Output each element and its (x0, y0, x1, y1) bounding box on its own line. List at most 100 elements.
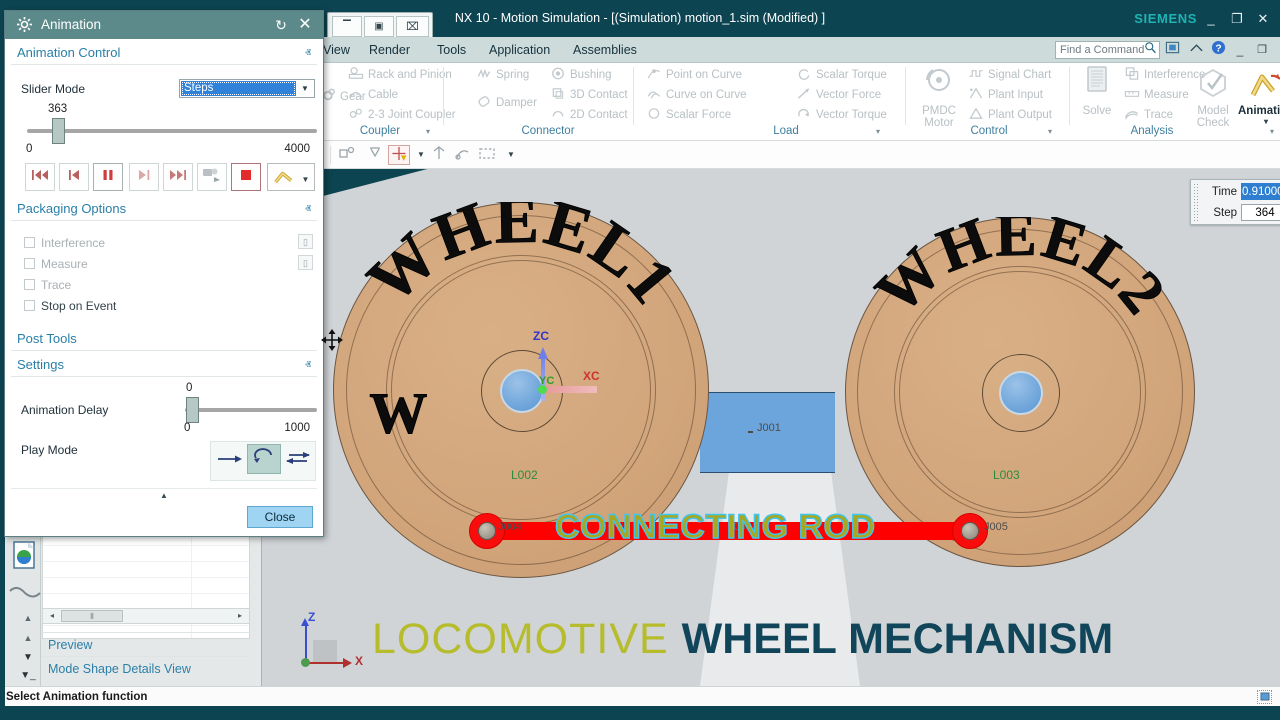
ribbon-item-cable[interactable]: Cable (348, 85, 398, 105)
ribbon-item-rack-and-pinion[interactable]: Rack and Pinion (348, 65, 452, 85)
section-animation-control[interactable]: Animation Control ⱏ (11, 41, 317, 65)
animation-delay-track[interactable] (185, 408, 317, 412)
ribbon-item-scalar-torque[interactable]: Scalar Torque (796, 65, 887, 85)
mini-restore-button[interactable]: ▣ (364, 16, 394, 37)
section-post-tools[interactable]: Post Tools ⱟ (11, 327, 317, 351)
move-object-icon[interactable] (388, 145, 410, 165)
interference-checkbox[interactable] (24, 237, 35, 248)
time-value-field[interactable]: 0.910000 (1241, 183, 1280, 200)
chevron-up-icon[interactable]: ⱏ (305, 197, 311, 221)
stop-on-event-checkbox[interactable] (24, 300, 35, 311)
wave-icon[interactable] (9, 586, 41, 600)
horizontal-scrollbar[interactable]: ◂ ⦀ ▸ (42, 608, 250, 624)
selection-box-icon[interactable] (476, 145, 498, 165)
reposition-icon[interactable] (428, 145, 450, 165)
fast-forward-button[interactable] (163, 163, 193, 191)
ribbon-item-point-on-curve[interactable]: Point on Curve (646, 65, 742, 85)
window-view-icon[interactable] (1162, 40, 1182, 60)
ribbon-item-damper[interactable]: Damper (476, 93, 537, 113)
ribbon-item-trace[interactable]: Trace (1124, 105, 1173, 125)
animation-dialog[interactable]: Animation ↻ ✕ Animation Control ⱏ Slider… (4, 10, 324, 537)
dialog-collapse-handle[interactable]: ▲ (11, 488, 317, 502)
dialog-close-button[interactable]: Close (247, 506, 313, 528)
play-once-mode-button[interactable] (213, 446, 247, 476)
stop-button[interactable] (231, 163, 261, 191)
wcs-icon[interactable] (364, 145, 386, 165)
ribbon-minimize-icon[interactable]: _ (1230, 40, 1250, 60)
tab-render[interactable]: Render (369, 37, 410, 63)
scroll-thumb[interactable]: ⦀ (61, 610, 123, 622)
crank-pin-right[interactable] (952, 513, 988, 549)
help-icon[interactable]: ? (1208, 40, 1228, 60)
ribbon-item-curve-on-curve[interactable]: Curve on Curve (646, 85, 747, 105)
pause-button[interactable] (93, 163, 123, 191)
document-icon[interactable] (12, 540, 38, 570)
window-minimize-button[interactable]: _ (1198, 0, 1224, 37)
trace-checkbox[interactable] (24, 279, 35, 290)
animation-button[interactable]: Animation ▾ (1238, 65, 1280, 126)
mini-minimize-button[interactable]: ▔ (332, 16, 362, 37)
tab-assemblies[interactable]: Assemblies (573, 37, 637, 63)
chevron-down-icon[interactable]: ▾ (1238, 117, 1280, 126)
solve-button[interactable]: Solve (1074, 65, 1120, 117)
chevron-up-icon[interactable]: ⱏ (305, 41, 311, 65)
ribbon-group-caret[interactable]: ▾ (426, 127, 430, 136)
ribbon-group-caret[interactable]: ▾ (1048, 127, 1052, 136)
window-close-button[interactable]: ✕ (1250, 0, 1276, 37)
assembly-icon[interactable] (452, 145, 474, 165)
measure-checkbox[interactable] (24, 258, 35, 269)
close-icon[interactable]: ✕ (295, 11, 315, 39)
ribbon-item-2d-contact[interactable]: 2D Contact (550, 105, 628, 125)
ribbon-item-signal-chart[interactable]: Signal Chart (968, 65, 1051, 85)
tab-application[interactable]: Application (489, 37, 550, 63)
pmdc-motor-button[interactable]: PMDC Motor (914, 65, 964, 129)
ribbon-restore-icon[interactable]: ❐ (1252, 40, 1272, 60)
reset-icon[interactable]: ↻ (271, 11, 291, 39)
step-back-button[interactable] (59, 163, 89, 191)
window-restore-button[interactable]: ❐ (1224, 0, 1250, 37)
step-slider-knob[interactable] (52, 118, 65, 144)
ribbon-item-plant-output[interactable]: Plant Output (968, 105, 1052, 125)
ribbon-item-3d-contact[interactable]: 3D Contact (550, 85, 628, 105)
animation-delay-knob[interactable] (186, 397, 199, 423)
tab-tools[interactable]: Tools (437, 37, 466, 63)
step-forward-button[interactable] (129, 163, 159, 191)
search-icon[interactable] (1142, 41, 1158, 59)
chevron-up-icon[interactable] (1186, 40, 1206, 60)
drag-grip[interactable] (1193, 183, 1200, 221)
ribbon-item-vector-torque[interactable]: Vector Torque (796, 105, 887, 125)
chevron-down-icon[interactable]: ▼ (297, 81, 313, 96)
scroll-right-arrow[interactable]: ▸ (233, 610, 247, 622)
step-value-field[interactable]: 364 (1241, 204, 1280, 221)
ribbon-group-caret[interactable]: ▾ (876, 127, 880, 136)
section-settings[interactable]: Settings ⱏ (11, 353, 317, 377)
scroll-left-arrow[interactable]: ◂ (45, 610, 59, 622)
ribbon-item-bushing[interactable]: Bushing (550, 65, 612, 85)
measure-options-button[interactable]: ▯ (298, 255, 313, 270)
interference-options-button[interactable]: ▯ (298, 234, 313, 249)
rewind-to-start-button[interactable] (25, 163, 55, 191)
animation-settings-button[interactable]: ▼ (267, 163, 315, 191)
snap-point-icon[interactable] (336, 145, 358, 165)
export-movie-button[interactable] (197, 163, 227, 191)
ribbon-item-measure[interactable]: Measure (1124, 85, 1189, 105)
panel-row-mode-shape[interactable]: Mode Shape Details View ⱟ (42, 656, 250, 680)
ribbon-item-vector-force[interactable]: Vector Force (796, 85, 881, 105)
bounce-mode-button[interactable] (281, 446, 315, 476)
model-check-button[interactable]: Model Check (1190, 65, 1236, 129)
tab-view[interactable]: View (323, 37, 350, 63)
loop-mode-button[interactable] (247, 444, 281, 474)
mini-close-button[interactable]: ⌧ (396, 16, 429, 37)
slider-mode-dropdown[interactable]: Steps ▼ (179, 79, 315, 98)
hub-2[interactable] (999, 371, 1043, 415)
ribbon-group-caret[interactable]: ▾ (1270, 127, 1274, 136)
ribbon-item-spring[interactable]: Spring (476, 65, 529, 85)
caret-icon[interactable]: ▼ (500, 145, 522, 165)
wheel-2[interactable] (845, 217, 1195, 567)
view-icon[interactable] (1257, 690, 1272, 704)
chevron-up-icon[interactable]: ⱏ (305, 353, 311, 377)
step-slider-track[interactable] (27, 129, 317, 133)
ribbon-item-joint-coupler[interactable]: 2-3 Joint Coupler (348, 105, 456, 125)
panel-row-preview[interactable]: Preview ⱟ (42, 632, 250, 656)
ribbon-item-plant-input[interactable]: Plant Input (968, 85, 1043, 105)
